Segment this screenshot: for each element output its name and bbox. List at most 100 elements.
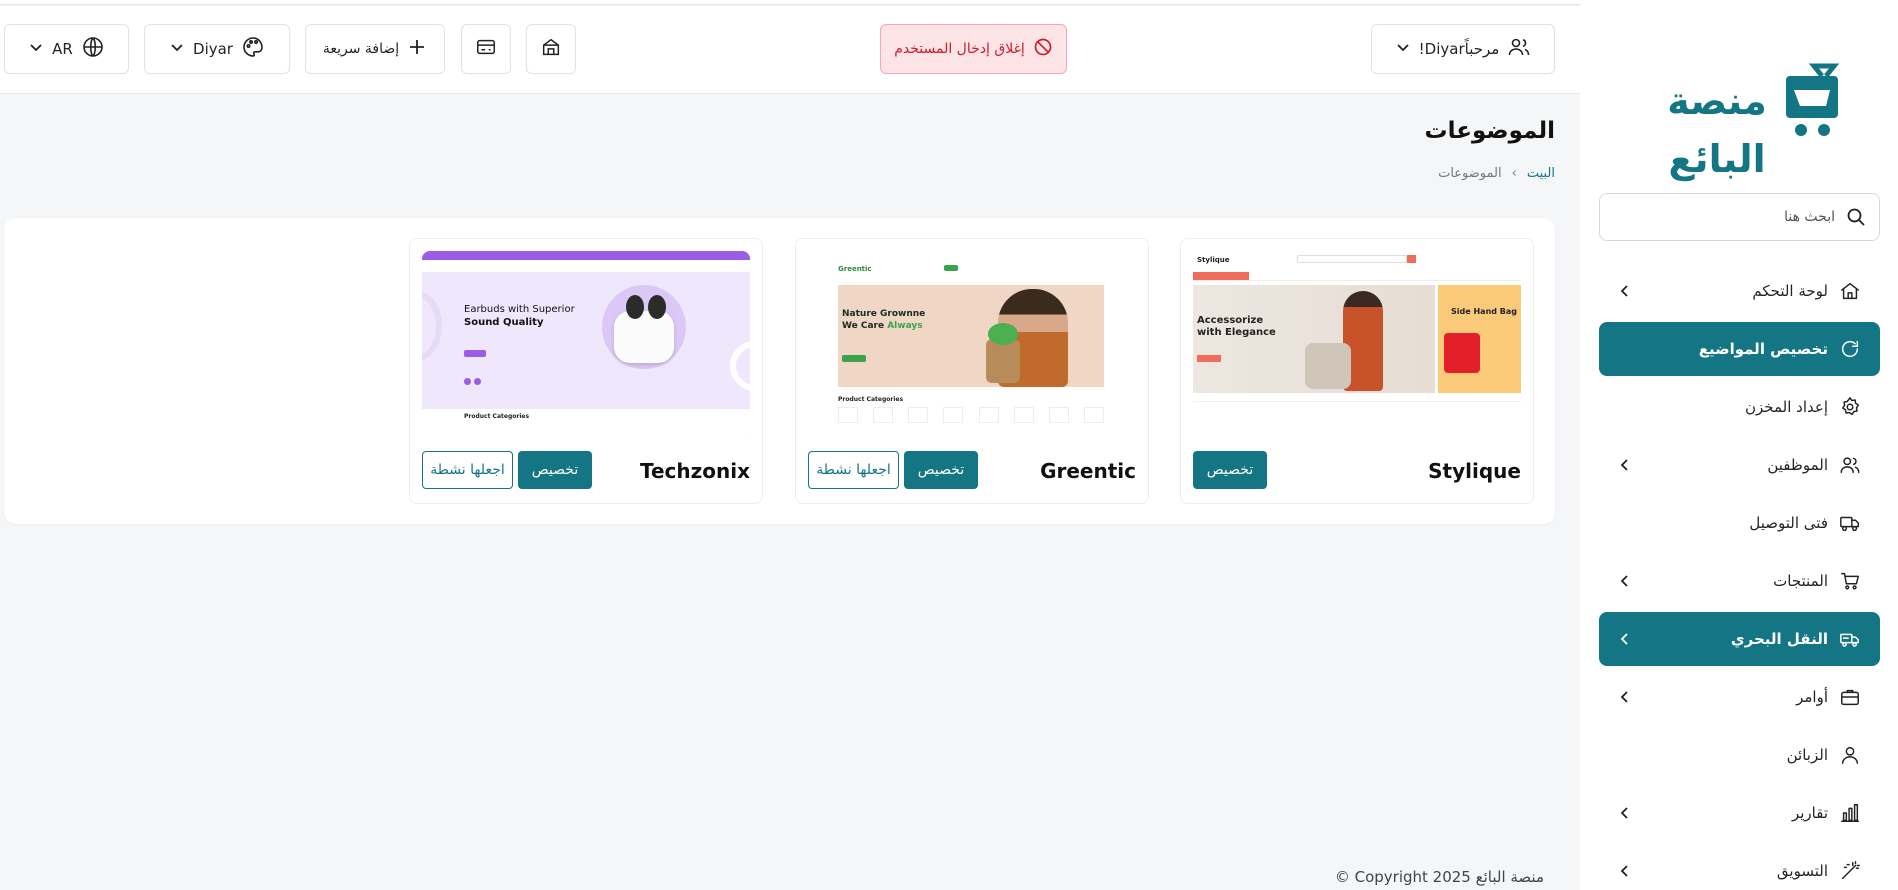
preview-hero-line2: Sound Quality — [464, 317, 544, 328]
chevron-down-icon — [169, 39, 185, 59]
preview-circle-decor — [422, 291, 442, 361]
search-input[interactable] — [1612, 194, 1845, 240]
theme-selector[interactable]: Diyar — [144, 24, 290, 74]
chevron-left-icon[interactable] — [1617, 689, 1633, 705]
preview-category-strip — [1193, 401, 1521, 421]
sidebar-item[interactable]: لوحة التحكم — [1599, 264, 1880, 318]
sidebar-item[interactable]: تقارير — [1599, 786, 1880, 840]
preview-nav-bar — [1193, 271, 1521, 281]
quick-add-button[interactable]: إضافة سريعة — [305, 24, 445, 74]
customize-button[interactable]: تخصيص — [1193, 451, 1267, 489]
preview-chair-shape — [1305, 343, 1351, 389]
chevron-left-icon[interactable] — [1617, 457, 1633, 473]
preview-shop-button — [464, 350, 486, 357]
quick-add-label: إضافة سريعة — [322, 41, 400, 57]
customize-button[interactable]: تخصيص — [904, 451, 978, 489]
preview-category-tile — [943, 407, 964, 423]
preview-circle-decor — [730, 341, 750, 391]
sidebar-item-label: فتى التوصيل — [1749, 514, 1828, 532]
palette-icon — [241, 35, 265, 63]
sidebar-item-label: النقل البحري — [1730, 630, 1828, 648]
preview-category-tile — [1048, 407, 1069, 423]
activate-button[interactable]: اجعلها نشطة — [808, 451, 899, 489]
sidebar-item-label: تقارير — [1791, 804, 1828, 822]
preview-category-tile — [978, 407, 999, 423]
brand-logo[interactable]: منصة البائع — [1636, 58, 1846, 181]
customize-button[interactable]: تخصيص — [518, 451, 592, 489]
sidebar-item-label: المنتجات — [1773, 572, 1828, 590]
sidebar-item[interactable]: فتى التوصيل — [1599, 496, 1880, 550]
users-icon — [1507, 35, 1531, 63]
preview-category-tile — [873, 407, 894, 423]
preview-top-bar — [422, 251, 750, 260]
theme-name: Stylique — [1428, 459, 1521, 483]
preview-shop-button — [1197, 355, 1221, 362]
user-greeting: مرحباًDiyar! — [1418, 40, 1500, 58]
user-menu[interactable]: مرحباًDiyar! — [1371, 24, 1555, 74]
footer-copyright: © Copyright 2025 منصة البائع — [1334, 868, 1544, 886]
register-icon — [475, 36, 497, 62]
preview-hero-text: Accessorize with Elegance — [1197, 315, 1276, 338]
preview-side-text: Side Hand Bag — [1451, 307, 1517, 316]
preview-nav-dot — [474, 378, 481, 385]
theme-preview-greentic[interactable]: Greentic Nature Grownne We Care Always P… — [808, 251, 1136, 437]
preview-search-bar — [1297, 255, 1407, 263]
shipping-icon — [1838, 627, 1862, 651]
chevron-left-icon[interactable] — [1617, 805, 1633, 821]
chevron-left-icon[interactable] — [1617, 631, 1633, 647]
sidebar-item[interactable]: النقل البحري — [1599, 612, 1880, 666]
sidebar-search — [1599, 193, 1880, 241]
language-selector[interactable]: AR — [4, 24, 129, 74]
preview-nav-dot — [464, 378, 471, 385]
preview-nav-badge — [944, 265, 958, 271]
storefront-button[interactable] — [526, 24, 576, 74]
theme-preview-stylique[interactable]: Stylique Accessorize with Elegance Side … — [1193, 251, 1521, 437]
chevron-left-icon[interactable] — [1617, 283, 1633, 299]
sidebar-item[interactable]: الزبائن — [1599, 728, 1880, 782]
sidebar-item[interactable]: أوامر — [1599, 670, 1880, 724]
sidebar-item[interactable]: إعداد المخزن — [1599, 380, 1880, 434]
preview-hero-line2-b: Always — [887, 321, 923, 331]
preview-header: Stylique — [1193, 251, 1521, 269]
breadcrumb-home-link[interactable]: البيت — [1527, 166, 1555, 181]
activate-button[interactable]: اجعلها نشطة — [422, 451, 513, 489]
pos-button[interactable] — [461, 24, 511, 74]
chevron-left-icon[interactable] — [1617, 573, 1633, 589]
theme-preview-techzonix[interactable]: Earbuds with Superior Sound Quality Prod… — [422, 251, 750, 437]
theme-selector-label: Diyar — [193, 40, 233, 58]
breadcrumb: البيت ‹ الموضوعات — [1438, 166, 1555, 181]
users-icon — [1838, 453, 1862, 477]
sidebar-item-label: لوحة التحكم — [1752, 282, 1828, 300]
search-icon[interactable] — [1845, 206, 1867, 228]
preview-category-tile — [908, 407, 929, 423]
preview-category-icons — [838, 407, 1104, 423]
top-border — [0, 0, 1580, 5]
preview-shop-button — [842, 355, 866, 362]
sidebar-item[interactable]: تخصيص المواضيع — [1599, 322, 1880, 376]
preview-logo: Greentic — [838, 265, 872, 273]
chevron-down-icon — [28, 39, 44, 59]
magic-icon — [1838, 859, 1862, 883]
sidebar-item[interactable]: الموظفين — [1599, 438, 1880, 492]
preview-section-title: Product Categories — [464, 413, 530, 420]
language-label: AR — [52, 40, 73, 58]
preview-hero-line1: Earbuds with Superior — [464, 304, 575, 315]
briefcase-icon — [1838, 685, 1862, 709]
preview-earbud — [626, 295, 644, 319]
preview-earbud — [648, 295, 666, 319]
theme-name: Greentic — [1040, 459, 1136, 483]
chart-icon — [1838, 801, 1862, 825]
sidebar-item-label: تخصيص المواضيع — [1698, 340, 1828, 358]
preview-earbuds-case — [614, 311, 674, 363]
preview-hero-image: Accessorize with Elegance — [1193, 285, 1435, 393]
preview-section-title: Product Categories — [838, 396, 904, 403]
chevron-left-icon: ‹ — [1511, 166, 1517, 181]
sidebar: منصة البائع لوحة التحكم تخصيص المواضيع إعد… — [1580, 0, 1898, 890]
sidebar-item-label: إعداد المخزن — [1745, 398, 1828, 416]
store-icon — [540, 36, 562, 62]
chevron-left-icon[interactable] — [1617, 863, 1633, 879]
sidebar-item[interactable]: التسويق — [1599, 844, 1880, 890]
sidebar-item[interactable]: المنتجات — [1599, 554, 1880, 608]
sidebar-item-label: التسويق — [1776, 862, 1828, 880]
logout-user-button[interactable]: إغلاق إدخال المستخدم — [880, 24, 1067, 74]
